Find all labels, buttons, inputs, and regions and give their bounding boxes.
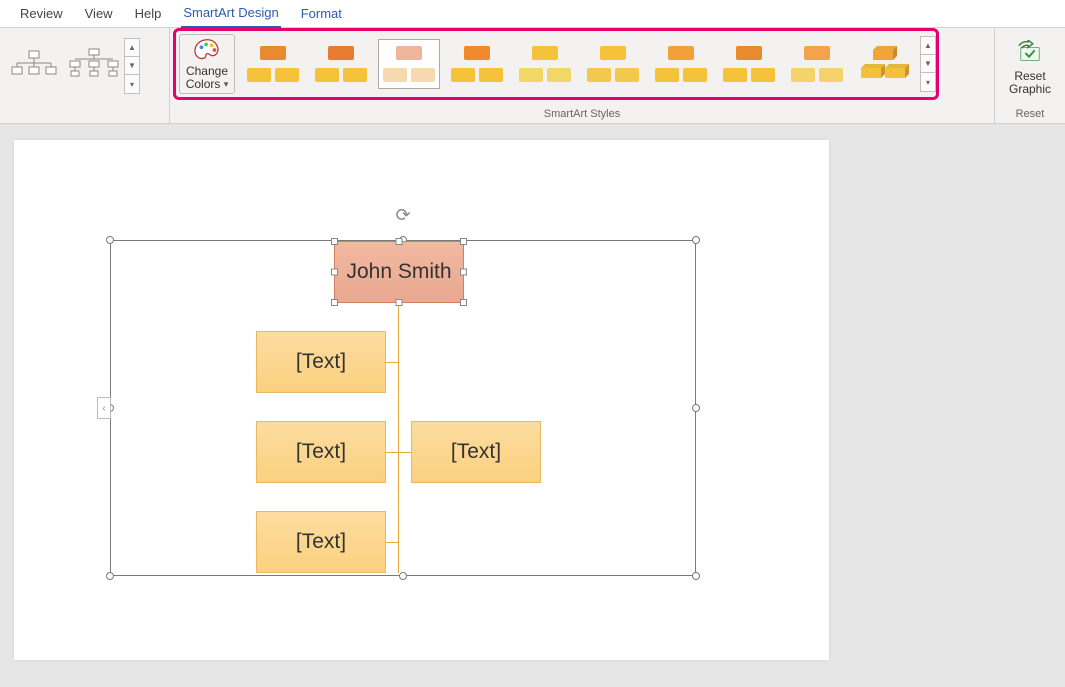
smartart-child-node[interactable]: [Text] <box>256 331 386 393</box>
shape-handle[interactable] <box>460 299 467 306</box>
style-thumb[interactable] <box>582 39 644 89</box>
style-thumb[interactable] <box>446 39 508 89</box>
resize-handle[interactable] <box>692 572 700 580</box>
layouts-scroll-down[interactable]: ▼ <box>125 57 139 75</box>
style-thumb-icon <box>791 46 843 82</box>
ribbon-tabs: Review View Help SmartArt Design Format <box>0 0 1065 28</box>
style-thumb-icon <box>247 46 299 82</box>
style-thumb-icon <box>315 46 367 82</box>
style-thumb[interactable] <box>718 39 780 89</box>
tab-review[interactable]: Review <box>18 2 65 27</box>
reset-graphic-button[interactable]: Reset Graphic <box>1002 36 1058 96</box>
style-thumb[interactable] <box>242 39 304 89</box>
shape-handle[interactable] <box>331 269 338 276</box>
reset-group-label: Reset <box>995 107 1065 123</box>
style-thumb-icon <box>655 46 707 82</box>
resize-handle[interactable] <box>106 572 114 580</box>
reset-icon <box>1015 40 1045 66</box>
resize-handle[interactable] <box>399 572 407 580</box>
smartart-root-node[interactable]: John Smith <box>334 241 464 303</box>
tab-view[interactable]: View <box>83 2 115 27</box>
shape-handle[interactable] <box>331 299 338 306</box>
styles-group-label: SmartArt Styles <box>170 107 994 123</box>
change-colors-button[interactable]: Change Colors ▾ <box>179 34 235 94</box>
tab-format[interactable]: Format <box>299 2 344 27</box>
styles-scroll-up[interactable]: ▲ <box>921 37 935 55</box>
chevron-down-icon: ▾ <box>224 80 229 90</box>
page[interactable]: ⟳ ‹ John Smith [Text] [Tex <box>14 140 829 660</box>
tab-help[interactable]: Help <box>133 2 164 27</box>
style-thumb[interactable] <box>514 39 576 89</box>
shape-handle[interactable] <box>396 238 403 245</box>
layouts-scroll-up[interactable]: ▲ <box>125 39 139 57</box>
document-canvas: ⟳ ‹ John Smith [Text] [Tex <box>0 124 1065 676</box>
style-thumb[interactable] <box>310 39 372 89</box>
shape-handle[interactable] <box>460 238 467 245</box>
styles-expand[interactable]: ▾ <box>921 73 935 91</box>
ribbon: ▲ ▼ ▾ Change Colors ▾ <box>0 28 1065 124</box>
child-node-text: [Text] <box>296 530 346 554</box>
shape-handle[interactable] <box>396 299 403 306</box>
style-thumb-icon <box>383 46 435 82</box>
resize-handle[interactable] <box>106 236 114 244</box>
shape-handle[interactable] <box>460 269 467 276</box>
child-node-text: [Text] <box>296 440 346 464</box>
highlight-annotation: Change Colors ▾ ▲ ▼ ▾ <box>173 28 939 100</box>
styles-gallery <box>238 31 920 97</box>
style-thumb[interactable] <box>786 39 848 89</box>
change-colors-label: Change Colors <box>186 64 228 91</box>
layout-thumb-1[interactable] <box>4 40 64 92</box>
style-thumb-icon <box>723 46 775 82</box>
rotate-handle-icon[interactable]: ⟳ <box>395 205 410 226</box>
reset-graphic-label: Reset Graphic <box>1002 70 1058 96</box>
text-pane-toggle[interactable]: ‹ <box>97 397 111 419</box>
smartart-child-node[interactable]: [Text] <box>256 421 386 483</box>
connector <box>398 304 399 573</box>
child-node-text: [Text] <box>451 440 501 464</box>
connector <box>386 542 399 543</box>
layouts-group: ▲ ▼ ▾ <box>0 28 170 123</box>
shape-handle[interactable] <box>331 238 338 245</box>
child-node-text: [Text] <box>296 350 346 374</box>
style-thumb-icon <box>859 44 911 84</box>
layout-thumb-2[interactable] <box>64 40 124 92</box>
smartart-child-node[interactable]: [Text] <box>411 421 541 483</box>
styles-scroll-down[interactable]: ▼ <box>921 55 935 73</box>
style-thumb[interactable] <box>854 39 916 89</box>
resize-handle[interactable] <box>692 236 700 244</box>
connector <box>399 452 411 453</box>
connector <box>386 362 399 363</box>
layouts-group-label <box>0 107 169 123</box>
smartart-styles-group: Change Colors ▾ ▲ ▼ ▾ SmartArt Styles <box>170 28 995 123</box>
style-thumb-icon <box>587 46 639 82</box>
layouts-spinner: ▲ ▼ ▾ <box>124 38 140 94</box>
style-thumb-icon <box>519 46 571 82</box>
style-thumb[interactable] <box>378 39 440 89</box>
layouts-expand[interactable]: ▾ <box>125 75 139 93</box>
tab-smartart-design[interactable]: SmartArt Design <box>181 1 280 28</box>
reset-group: Reset Graphic Reset <box>995 28 1065 123</box>
connector <box>386 452 399 453</box>
smartart-selection-frame[interactable]: ⟳ ‹ John Smith [Text] [Tex <box>110 240 696 576</box>
style-thumb-icon <box>451 46 503 82</box>
style-thumb[interactable] <box>650 39 712 89</box>
root-node-text: John Smith <box>346 260 451 284</box>
palette-icon <box>192 37 222 63</box>
styles-spinner: ▲ ▼ ▾ <box>920 36 936 92</box>
resize-handle[interactable] <box>692 404 700 412</box>
smartart-child-node[interactable]: [Text] <box>256 511 386 573</box>
